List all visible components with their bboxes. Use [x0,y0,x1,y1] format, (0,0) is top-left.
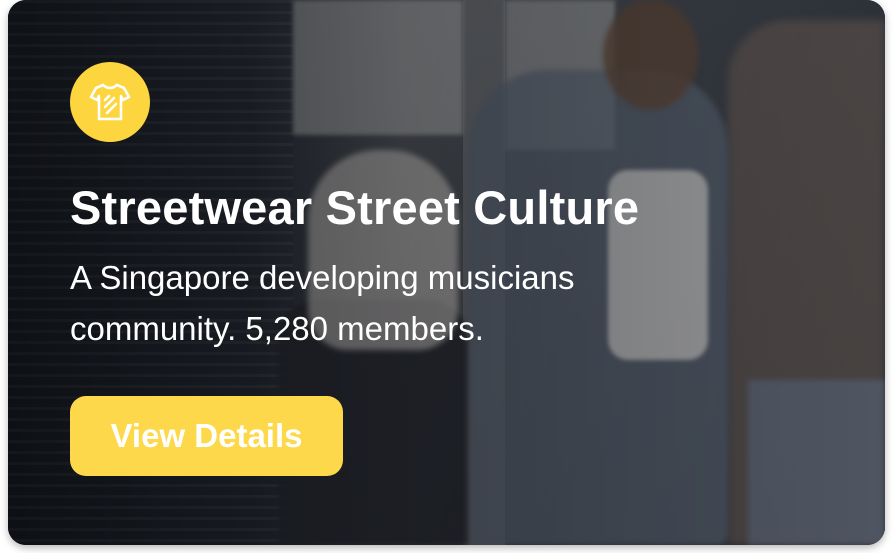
category-badge [70,62,150,142]
card-title: Streetwear Street Culture [70,181,640,234]
view-details-button[interactable]: View Details [70,396,343,476]
card-content: Streetwear Street Culture A Singapore de… [70,62,830,354]
community-card: Streetwear Street Culture A Singapore de… [8,0,885,545]
tshirt-icon [88,80,132,124]
card-description: A Singapore developing musicians communi… [70,259,575,347]
